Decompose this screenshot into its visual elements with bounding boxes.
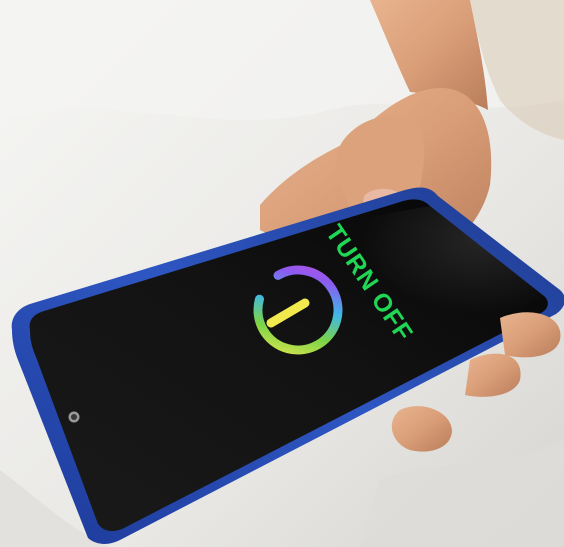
- finger-index: [500, 312, 561, 358]
- scene-illustration: TURN OFF: [0, 0, 564, 547]
- photo-scene: TURN OFF: [0, 0, 564, 547]
